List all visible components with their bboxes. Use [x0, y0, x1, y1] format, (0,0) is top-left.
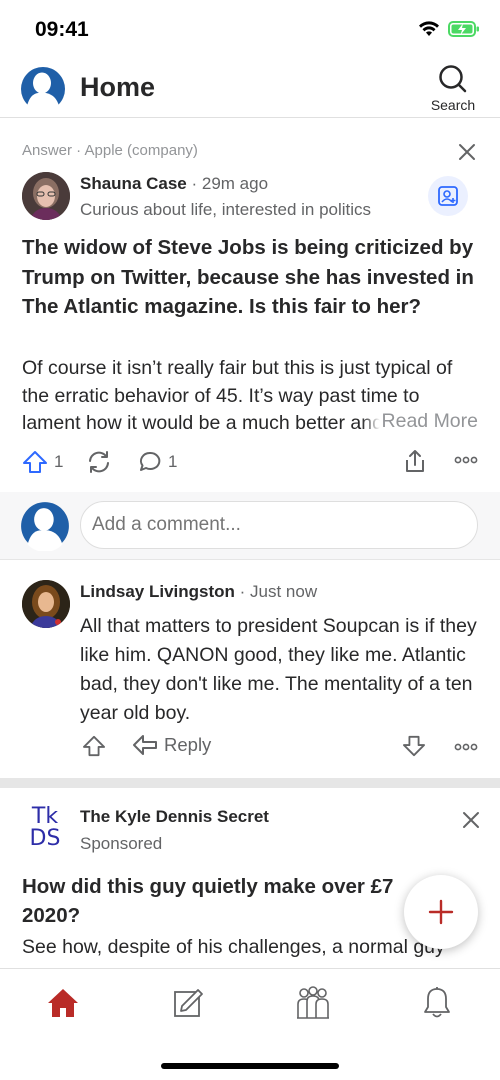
more-options-button[interactable] [454, 456, 478, 464]
commenter-name-text: Lindsay Livingston [80, 582, 235, 601]
author-name[interactable]: Shauna Case · 29m ago [80, 174, 268, 194]
ad-headline-text: How did this guy quietly make over £7 [22, 875, 394, 898]
plus-icon [428, 899, 454, 925]
comment-item: Lindsay Livingston · Just now All that m… [0, 560, 500, 778]
advertiser-logo-line2: DS [29, 826, 61, 851]
home-icon [48, 989, 78, 1017]
more-dots-icon [454, 743, 478, 751]
post-action-bar: 1 1 [22, 448, 480, 478]
post-time: · 29m ago [186, 174, 269, 193]
upvote-icon [23, 451, 47, 473]
battery-charging-icon [448, 21, 479, 37]
comment-text: All that matters to president Soupcan is… [80, 615, 477, 724]
downvote-icon [402, 735, 425, 757]
share-reshare-button[interactable] [86, 450, 112, 474]
comment-input[interactable] [80, 501, 478, 549]
author-avatar[interactable] [22, 172, 70, 220]
reply-button[interactable]: Reply [132, 734, 211, 756]
status-time: 09:41 [35, 18, 89, 41]
tab-write[interactable] [163, 983, 213, 1023]
search-button[interactable]: Search [428, 64, 478, 113]
upvote-button[interactable]: 1 [22, 450, 63, 474]
tab-notifications[interactable] [412, 983, 462, 1023]
reply-label: Reply [164, 734, 212, 755]
ad-description[interactable]: See how, despite of his challenges, a no… [22, 936, 478, 959]
author-row: Shauna Case · 29m ago Curious about life… [22, 172, 482, 222]
status-icons [418, 20, 480, 38]
app-header: Home Search [0, 60, 500, 118]
dismiss-post-button[interactable] [458, 143, 476, 166]
pencil-square-icon [174, 989, 203, 1017]
reply-icon [133, 735, 157, 755]
follow-button[interactable] [428, 176, 468, 216]
upvote-icon [82, 735, 105, 757]
close-icon [459, 144, 475, 160]
comment-composer [0, 492, 500, 560]
advertiser-name[interactable]: The Kyle Dennis Secret [80, 807, 269, 827]
comment-more-button[interactable] [454, 743, 478, 751]
question-title[interactable]: The widow of Steve Jobs is being critici… [22, 233, 478, 322]
comment-action-bar: Reply [80, 734, 478, 762]
commenter-name[interactable]: Lindsay Livingston · Just now [80, 582, 317, 602]
tab-spaces[interactable] [288, 983, 338, 1023]
comment-downvote-button[interactable] [402, 735, 426, 757]
commenter-avatar[interactable] [22, 580, 70, 628]
feed-divider [0, 778, 500, 788]
comments-button[interactable]: 1 [138, 450, 177, 474]
sponsored-label: Sponsored [80, 834, 163, 853]
read-more-link[interactable]: Read More [361, 410, 478, 433]
search-icon [439, 65, 467, 93]
follow-user-icon [438, 186, 458, 206]
reshare-icon [89, 451, 109, 473]
more-dots-icon [454, 456, 478, 464]
wifi-icon [419, 21, 439, 36]
share-button[interactable] [404, 448, 426, 474]
comment-count: 1 [168, 452, 178, 471]
comment-icon [139, 451, 161, 471]
people-icon [297, 986, 329, 1019]
author-name-text: Shauna Case [80, 174, 187, 193]
status-bar: 09:41 [0, 0, 500, 60]
add-question-button[interactable] [404, 875, 478, 949]
author-credential: Curious about life, interested in politi… [80, 200, 372, 219]
close-icon [463, 812, 479, 828]
bell-icon [424, 987, 450, 1018]
page-title: Home [80, 72, 156, 102]
comment-time: · Just now [234, 582, 318, 601]
dismiss-ad-button[interactable] [462, 811, 480, 834]
my-avatar [20, 501, 70, 556]
answer-card: Answer · Apple (company) Shauna Case · 2… [0, 118, 500, 492]
tab-home[interactable] [38, 983, 88, 1023]
search-label: Search [430, 97, 476, 113]
upvote-count: 1 [54, 452, 64, 471]
home-indicator [161, 1063, 339, 1069]
share-icon [406, 450, 424, 472]
profile-avatar[interactable] [20, 66, 66, 117]
advertiser-logo-line1: Tk [31, 804, 59, 829]
advertiser-logo[interactable]: Tk DS [22, 806, 68, 852]
post-meta: Answer · Apple (company) [22, 142, 198, 159]
comment-upvote-button[interactable] [82, 735, 106, 757]
